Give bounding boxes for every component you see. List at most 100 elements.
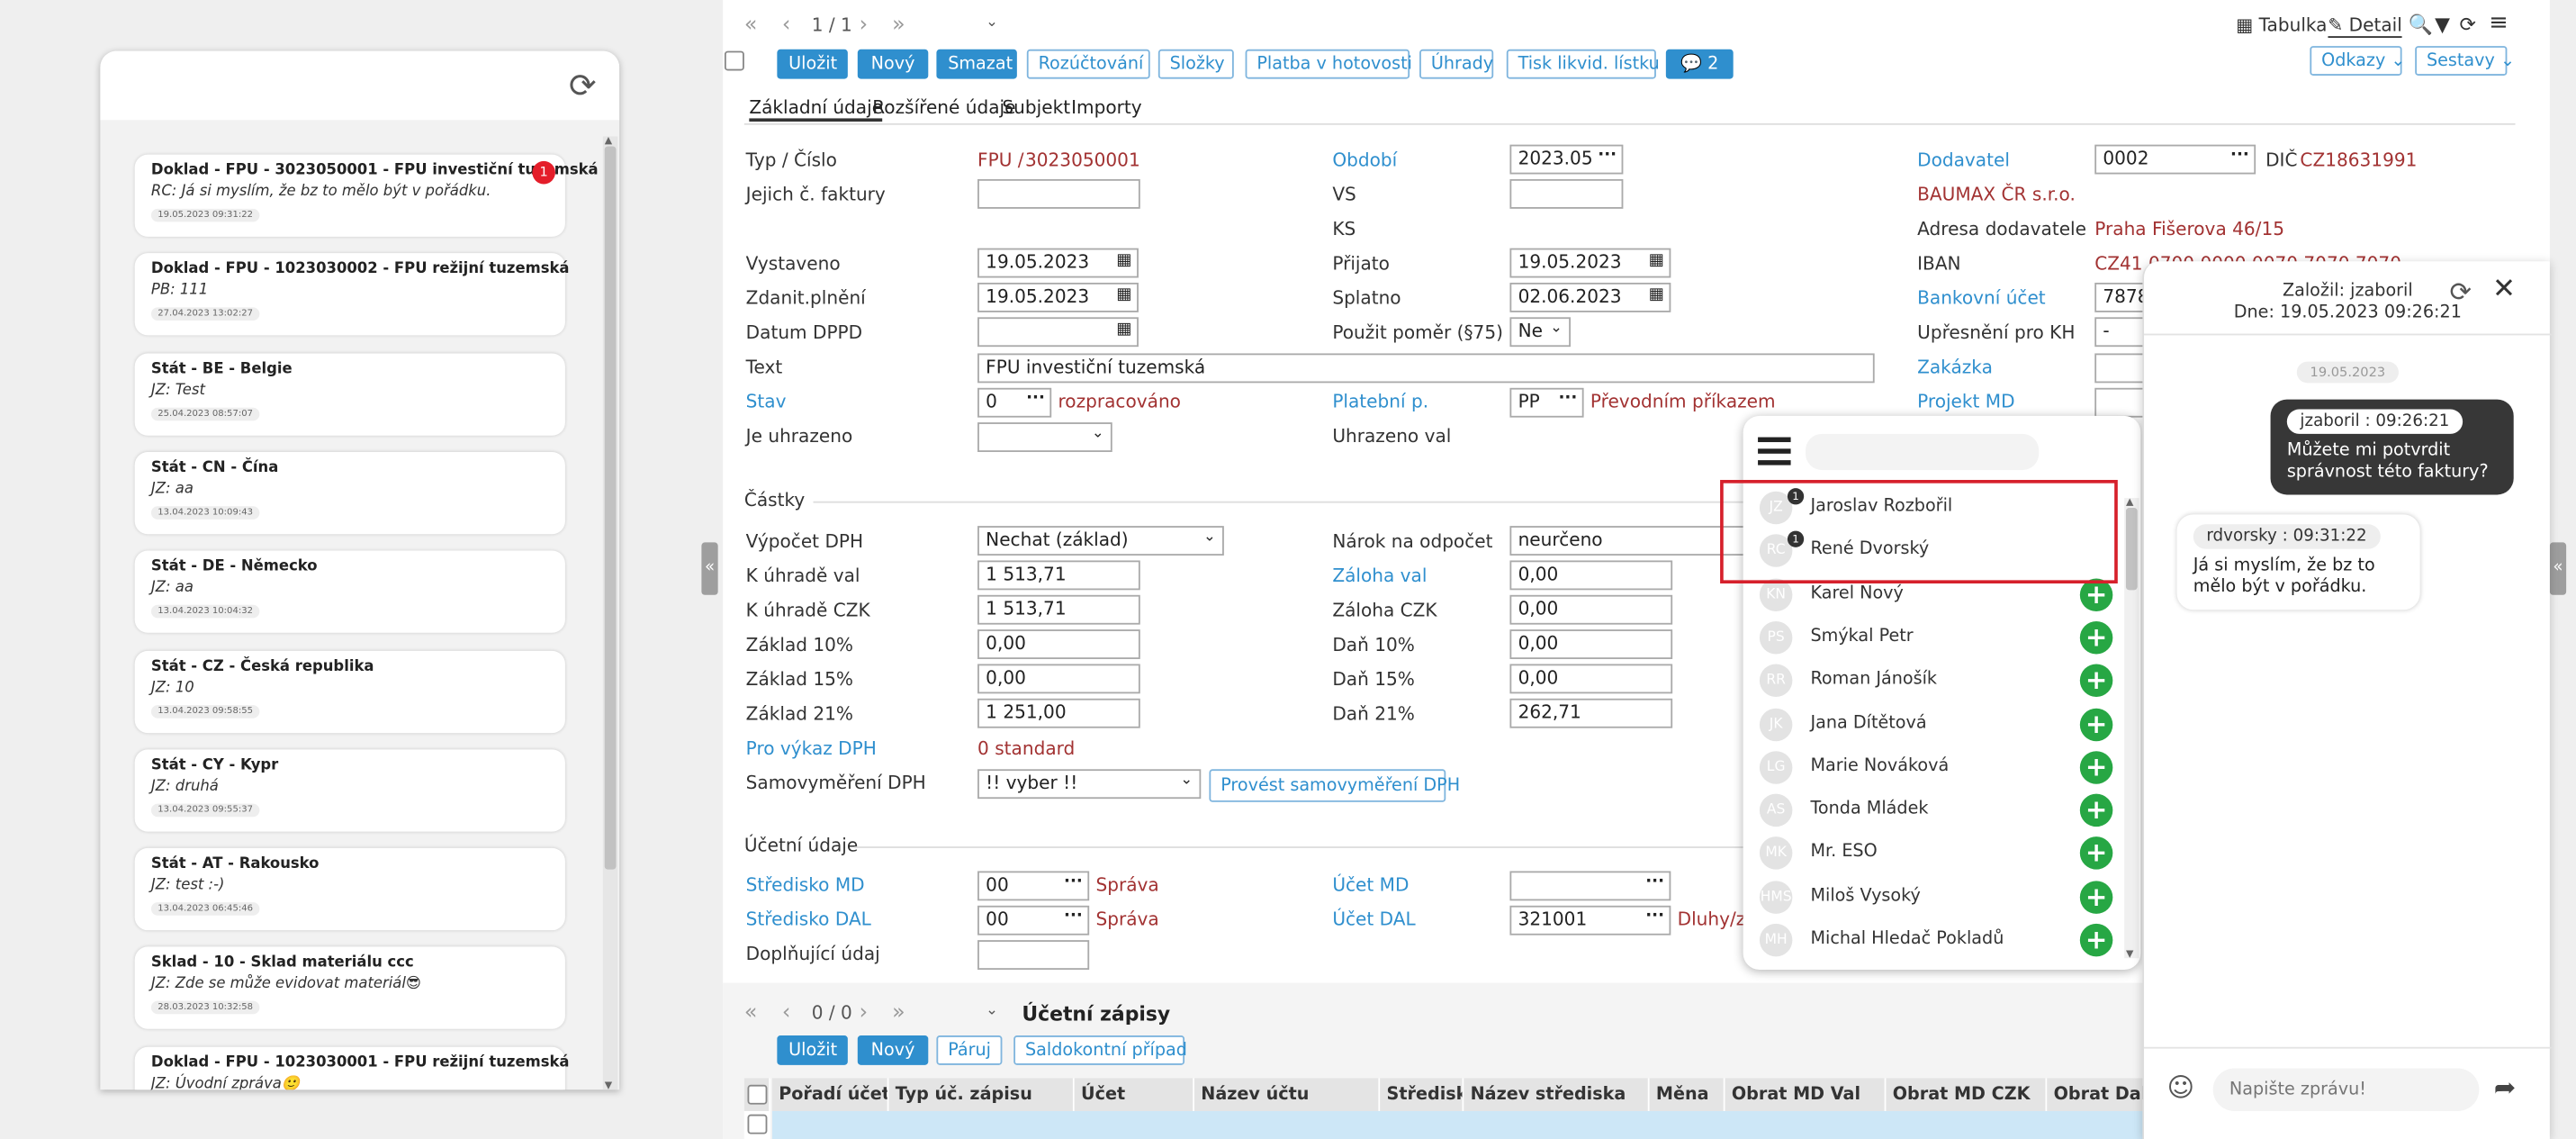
- vypocet-select[interactable]: Nechat (základ) ⌄: [977, 526, 1224, 556]
- user-row[interactable]: HMS Miloš Vysoký +: [1759, 875, 2113, 918]
- chevron-down-icon[interactable]: ⌄: [986, 1002, 998, 1018]
- first-page-icon[interactable]: «: [744, 14, 758, 38]
- user-search-input[interactable]: [1806, 433, 2040, 471]
- chevron-down-icon[interactable]: ⌄: [986, 14, 998, 31]
- picker-icon[interactable]: ···: [1598, 146, 1617, 164]
- notification-card[interactable]: Stát - AT - Rakousko JZ: test :-) 13.04.20…: [134, 848, 565, 931]
- user-row[interactable]: LG Marie Nováková +: [1759, 746, 2113, 788]
- view-detail[interactable]: ✎ Detail: [2328, 14, 2402, 38]
- user-row[interactable]: PS Smýkal Petr +: [1759, 616, 2113, 658]
- notification-card[interactable]: Stát - DE - Německo JZ: aa 13.04.2023 10:0…: [134, 550, 565, 634]
- ucet-dal-input[interactable]: 321001 ···: [1509, 905, 1671, 936]
- zaklad21-input[interactable]: 1 251,00: [977, 698, 1140, 728]
- zaklad10-input[interactable]: 0,00: [977, 629, 1140, 659]
- notification-card[interactable]: Stát - BE - Belgie JZ: Test 25.04.2023 08:…: [134, 352, 565, 435]
- ucet-md-input[interactable]: ···: [1509, 871, 1671, 901]
- refresh-icon[interactable]: ⟳: [569, 66, 597, 105]
- scroll-up-icon[interactable]: ▲: [2126, 496, 2133, 508]
- add-user-icon[interactable]: +: [2079, 664, 2113, 698]
- col-ucet[interactable]: Účet: [1074, 1078, 1194, 1111]
- message-input[interactable]: [2212, 1068, 2480, 1111]
- cislo-value[interactable]: 3023050001: [1025, 149, 1140, 171]
- view-tabulka[interactable]: ▦ Tabulka: [2236, 14, 2327, 36]
- zaloha-czk-input[interactable]: 0,00: [1509, 594, 1673, 625]
- dan10-input[interactable]: 0,00: [1509, 629, 1673, 659]
- delete-button[interactable]: Smazat: [936, 49, 1017, 79]
- projekt-label[interactable]: Projekt MD: [1917, 391, 2014, 412]
- save-button[interactable]: Uložit: [777, 49, 848, 79]
- user-row[interactable]: RR Roman Jánošík +: [1759, 659, 2113, 701]
- picker-icon[interactable]: ···: [2230, 146, 2249, 164]
- tab-subjekt[interactable]: Subjekt: [1002, 97, 1070, 119]
- col-obrat-md-val[interactable]: Obrat MD Val: [1725, 1078, 1887, 1111]
- dodavatel-label[interactable]: Dodavatel: [1917, 149, 2010, 171]
- calendar-icon[interactable]: ▦: [1116, 321, 1131, 339]
- add-user-icon[interactable]: +: [2079, 707, 2113, 741]
- calendar-icon[interactable]: ▦: [1649, 286, 1664, 304]
- send-icon[interactable]: ➦: [2494, 1071, 2516, 1103]
- collapse-left-handle[interactable]: «: [701, 542, 718, 595]
- vystaveno-input[interactable]: 19.05.2023 ▦: [977, 248, 1139, 278]
- uhrazeno-select[interactable]: ⌄: [977, 422, 1112, 452]
- zapisy-new-button[interactable]: Nový: [857, 1035, 929, 1065]
- dan21-input[interactable]: 262,71: [1509, 698, 1673, 728]
- picker-icon[interactable]: ···: [1064, 908, 1083, 926]
- picker-icon[interactable]: ···: [1558, 390, 1577, 408]
- stredisko-md-input[interactable]: 00 ···: [977, 871, 1090, 901]
- notifications-scrollbar[interactable]: ▲ ▼: [602, 135, 618, 1090]
- emoji-icon[interactable]: ☺: [2167, 1071, 2194, 1103]
- obdobi-label[interactable]: Období: [1332, 149, 1397, 171]
- saldokontni-button[interactable]: Saldokontní případ: [1013, 1035, 1187, 1065]
- last-page-icon[interactable]: »: [892, 14, 905, 38]
- calendar-icon[interactable]: ▦: [1116, 251, 1131, 269]
- col-poradi[interactable]: Pořadí účetního: [771, 1078, 889, 1111]
- typ-value[interactable]: FPU /: [977, 149, 1024, 171]
- add-user-icon[interactable]: +: [2079, 750, 2113, 784]
- next-page-icon[interactable]: ›: [860, 1001, 868, 1026]
- vs-input[interactable]: [1509, 178, 1624, 209]
- hamburger-icon[interactable]: [1758, 437, 1791, 472]
- notification-card[interactable]: Sklad - 10 - Sklad materiálu ccc JZ: Zde …: [134, 947, 565, 1030]
- prijato-input[interactable]: 19.05.2023 ▦: [1509, 248, 1671, 278]
- picker-icon[interactable]: ···: [1645, 908, 1664, 926]
- zdanit-input[interactable]: 19.05.2023 ▦: [977, 282, 1139, 312]
- k-uhrade-czk-input[interactable]: 1 513,71: [977, 594, 1140, 625]
- stav-label[interactable]: Stav: [746, 391, 787, 412]
- platebni-label[interactable]: Platební p.: [1332, 391, 1428, 412]
- refresh-icon[interactable]: ⟳: [2450, 276, 2472, 308]
- row-checkbox[interactable]: [747, 1114, 768, 1134]
- col-obrat-md-czk[interactable]: Obrat MD CZK: [1886, 1078, 2048, 1111]
- close-icon[interactable]: ✕: [2492, 273, 2516, 306]
- notification-card[interactable]: Doklad - FPU - 1023030002 - FPU režijní …: [134, 253, 570, 336]
- platebni-input[interactable]: PP ···: [1509, 387, 1584, 418]
- col-typ[interactable]: Typ úč. zápisu: [888, 1078, 1075, 1111]
- picker-icon[interactable]: ···: [1064, 872, 1083, 890]
- picker-icon[interactable]: ···: [1026, 390, 1045, 408]
- col-mena[interactable]: Měna: [1649, 1078, 1725, 1111]
- stredisko-dal-input[interactable]: 00 ···: [977, 905, 1090, 936]
- slozky-button[interactable]: Složky: [1157, 49, 1234, 79]
- scroll-down-icon[interactable]: ▼: [605, 1080, 612, 1089]
- zaloha-val-input[interactable]: 0,00: [1509, 560, 1673, 591]
- jejich-input[interactable]: [977, 178, 1140, 209]
- comments-button[interactable]: 💬 2: [1665, 49, 1734, 79]
- col-nazev-strediska[interactable]: Název střediska: [1464, 1078, 1650, 1111]
- scroll-down-icon[interactable]: ▼: [2126, 948, 2133, 960]
- obdobi-input[interactable]: 2023.05 ···: [1509, 144, 1624, 175]
- paruj-button[interactable]: Páruj: [936, 1035, 1003, 1065]
- user-row[interactable]: MK Mr. ESO +: [1759, 832, 2113, 874]
- users-scrollbar[interactable]: ▲ ▼: [2124, 496, 2139, 960]
- calendar-icon[interactable]: ▦: [1649, 251, 1664, 269]
- text-input[interactable]: FPU investiční tuzemská: [977, 353, 1875, 384]
- tab-importy[interactable]: Importy: [1071, 97, 1142, 119]
- new-button[interactable]: Nový: [857, 49, 929, 79]
- reload-icon[interactable]: ⟳: [2459, 14, 2475, 37]
- col-nazev-uctu[interactable]: Název účtu: [1193, 1078, 1381, 1111]
- picker-icon[interactable]: ···: [1645, 872, 1664, 890]
- calendar-icon[interactable]: ▦: [1116, 286, 1131, 304]
- filter-icon[interactable]: ▼: [2435, 14, 2450, 37]
- samovymereni-select[interactable]: !! vyber !! ⌄: [977, 769, 1202, 800]
- vykaz-label[interactable]: Pro výkaz DPH: [746, 738, 877, 760]
- col-stredisko[interactable]: Středisko: [1380, 1078, 1464, 1111]
- k-uhrade-val-input[interactable]: 1 513,71: [977, 560, 1140, 591]
